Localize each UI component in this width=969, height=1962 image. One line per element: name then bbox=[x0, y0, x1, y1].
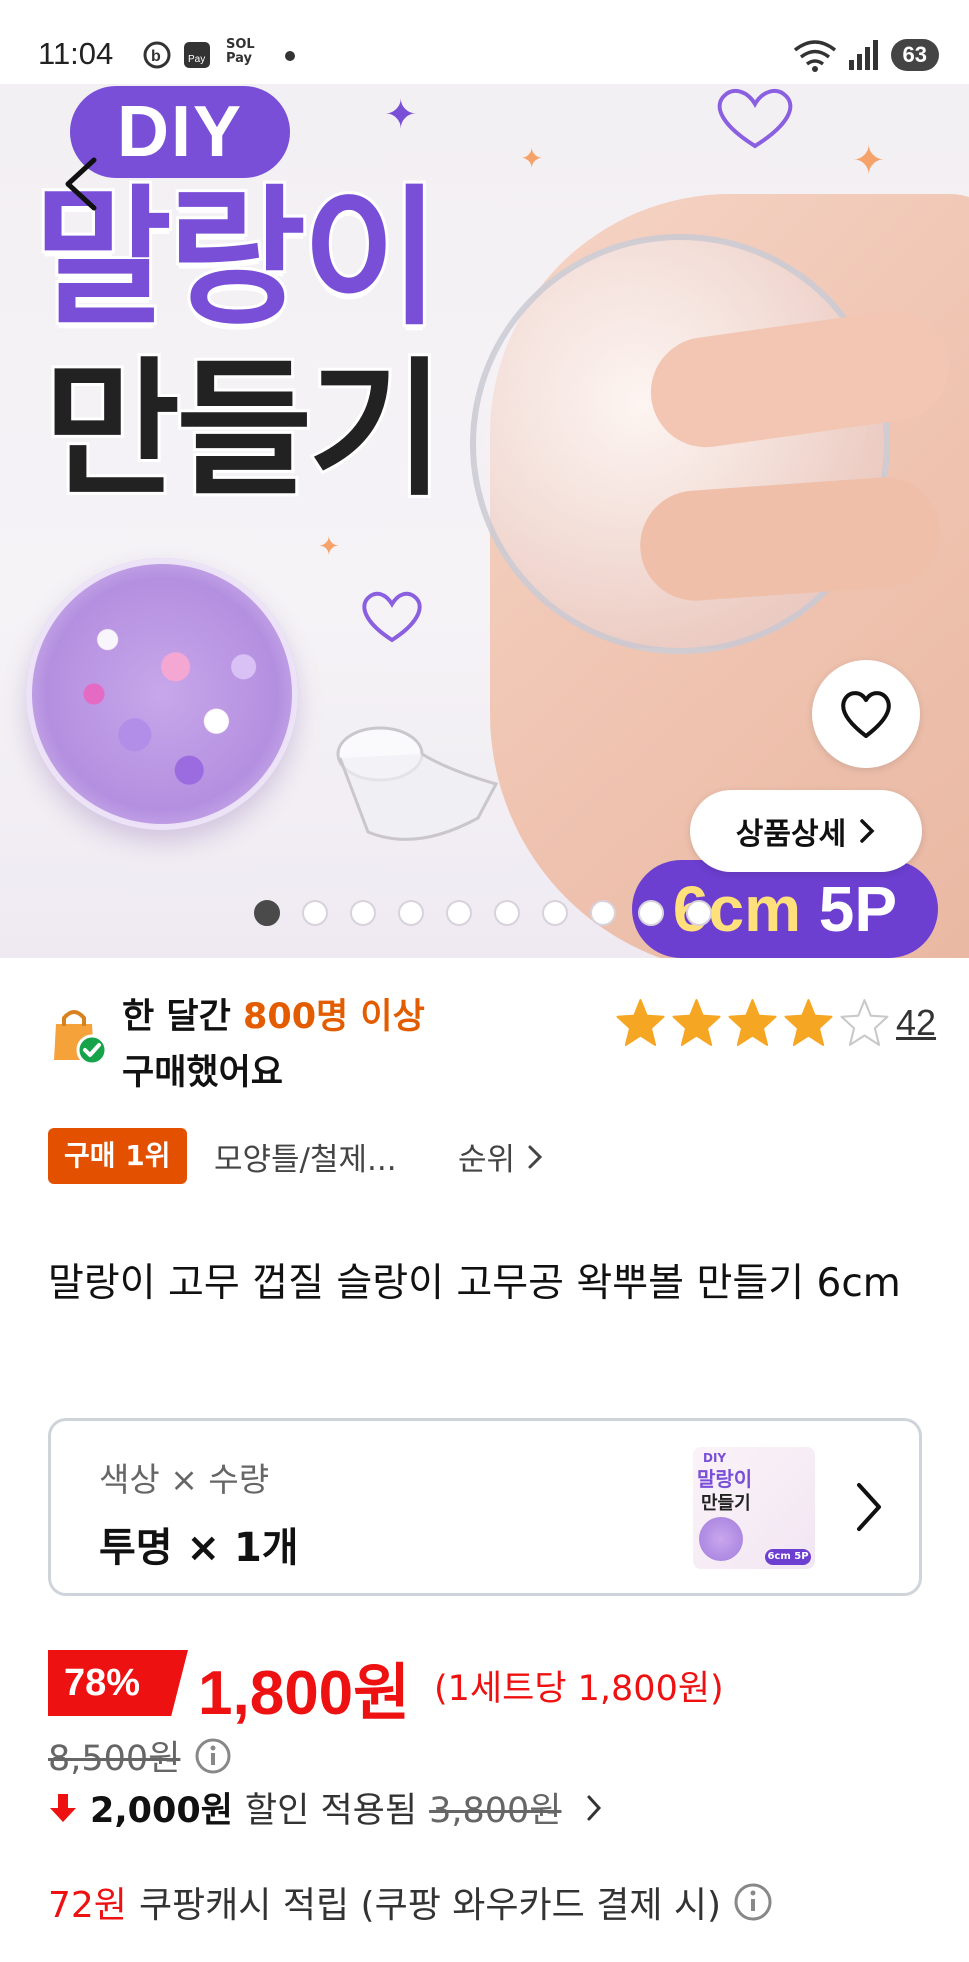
star-filled-icon bbox=[784, 999, 833, 1046]
status-time: 11:04 bbox=[38, 36, 114, 71]
status-bar: 11:04 b Pay SOL Pay 63 bbox=[0, 0, 969, 84]
svg-text:b: b bbox=[151, 48, 161, 65]
shopping-bag-check-icon bbox=[54, 1010, 108, 1066]
arrow-down-icon bbox=[50, 1793, 76, 1822]
discount-rate-badge: 78% bbox=[48, 1650, 188, 1716]
carousel-dot[interactable] bbox=[302, 900, 328, 926]
notification-dot-icon bbox=[285, 51, 295, 61]
carousel-dot[interactable] bbox=[350, 900, 376, 926]
chevron-right-icon bbox=[587, 1795, 602, 1820]
product-detail-button[interactable]: 상품상세 bbox=[690, 790, 922, 872]
rank-more-link[interactable]: 순위 bbox=[458, 1134, 543, 1179]
finger-image bbox=[636, 473, 944, 605]
battery-indicator: 63 bbox=[890, 39, 939, 71]
wifi-icon bbox=[793, 40, 836, 72]
carousel-dot[interactable] bbox=[542, 900, 568, 926]
carousel-dot[interactable] bbox=[398, 900, 424, 926]
signal-icon bbox=[848, 40, 878, 70]
info-icon[interactable] bbox=[733, 1882, 773, 1922]
cashback-amount: 72원 bbox=[48, 1885, 127, 1926]
cashback-text: 쿠팡캐시 적립 (쿠팡 와우카드 결제 시) bbox=[138, 1885, 722, 1926]
carousel-dot[interactable] bbox=[590, 900, 616, 926]
sparkle-icon: ✦ bbox=[852, 138, 886, 184]
thumb-title-1: 말랑이 bbox=[697, 1467, 753, 1491]
chevron-right-icon bbox=[860, 819, 875, 843]
star-filled-icon bbox=[672, 999, 721, 1046]
sol-pay-icon: SOL Pay bbox=[226, 37, 255, 66]
option-selector[interactable]: 색상 × 수량 투명 × 1개 DIY 말랑이 만들기 6cm 5P bbox=[48, 1418, 922, 1596]
carousel-dot[interactable] bbox=[254, 900, 280, 926]
sparkle-icon: ✦ bbox=[318, 532, 340, 562]
product-image-carousel[interactable]: ✦ ✦ ✦ ✦ DIY 말랑이 만들기 6cm 5P 상품상세 bbox=[0, 84, 969, 958]
rank-category[interactable]: 모양틀/철제... bbox=[214, 1134, 397, 1179]
original-price: 8,500원 bbox=[48, 1739, 181, 1779]
product-title: 말랑이 고무 껍질 슬랑이 고무공 왁뿌볼 만들기 6cm bbox=[48, 1261, 901, 1306]
purchase-count-text: 한 달간 800명 이상 bbox=[122, 997, 425, 1037]
status-right: 63 bbox=[793, 38, 939, 72]
review-count-link[interactable]: 42 bbox=[896, 1002, 936, 1044]
svg-text:Pay: Pay bbox=[188, 54, 205, 65]
b-app-icon: b bbox=[143, 41, 171, 69]
option-thumbnail: DIY 말랑이 만들기 6cm 5P bbox=[693, 1447, 815, 1569]
hero-title-line2: 만들기 bbox=[41, 344, 447, 516]
coupon-before-price: 3,800원 bbox=[429, 1791, 562, 1831]
purchase-count-text-line2: 구매했어요 bbox=[122, 1053, 284, 1093]
heart-outline-icon bbox=[362, 591, 422, 643]
sparkle-icon: ✦ bbox=[384, 92, 418, 138]
heart-outline-icon bbox=[717, 88, 793, 149]
unit-price: (1세트당 1,800원) bbox=[434, 1669, 724, 1709]
favorite-button[interactable] bbox=[812, 660, 920, 768]
coupon-text: 할인 적용됨 bbox=[244, 1791, 418, 1831]
option-label: 색상 × 수량 bbox=[99, 1460, 270, 1499]
carousel-indicator bbox=[254, 900, 712, 926]
sale-price: 1,800원 bbox=[198, 1659, 411, 1728]
plastic-cup-image bbox=[336, 726, 499, 841]
star-filled-icon bbox=[616, 999, 665, 1046]
option-value: 투명 × 1개 bbox=[99, 1525, 299, 1571]
back-button[interactable] bbox=[58, 154, 108, 214]
sparkle-icon: ✦ bbox=[520, 142, 544, 175]
star-filled-icon bbox=[728, 999, 777, 1046]
info-icon[interactable] bbox=[194, 1737, 232, 1775]
rank-more-label: 순위 bbox=[458, 1142, 516, 1178]
slime-ball-image bbox=[26, 558, 298, 830]
carousel-dot[interactable] bbox=[446, 900, 472, 926]
star-rating bbox=[614, 998, 891, 1048]
cashback-row: 72원 쿠팡캐시 적립 (쿠팡 와우카드 결제 시) bbox=[48, 1876, 773, 1928]
thumb-badge: 6cm 5P bbox=[765, 1549, 811, 1565]
chevron-right-icon bbox=[857, 1483, 881, 1531]
carousel-dot[interactable] bbox=[494, 900, 520, 926]
thumb-title-2: 만들기 bbox=[701, 1493, 751, 1514]
carousel-dot[interactable] bbox=[686, 900, 712, 926]
coupon-amount: 2,000원 bbox=[90, 1791, 233, 1831]
rank-badge: 구매 1위 bbox=[48, 1128, 187, 1184]
thumb-ball bbox=[699, 1517, 743, 1561]
original-price-row: 8,500원 bbox=[48, 1730, 232, 1781]
heart-icon bbox=[841, 691, 891, 738]
product-detail-label: 상품상세 bbox=[735, 817, 847, 852]
carousel-dot[interactable] bbox=[638, 900, 664, 926]
chevron-right-icon bbox=[528, 1145, 543, 1168]
star-empty-icon bbox=[840, 999, 889, 1046]
pay-app-icon: Pay bbox=[184, 42, 210, 68]
coupon-discount-row[interactable]: 2,000원 할인 적용됨 3,800원 bbox=[48, 1782, 603, 1833]
